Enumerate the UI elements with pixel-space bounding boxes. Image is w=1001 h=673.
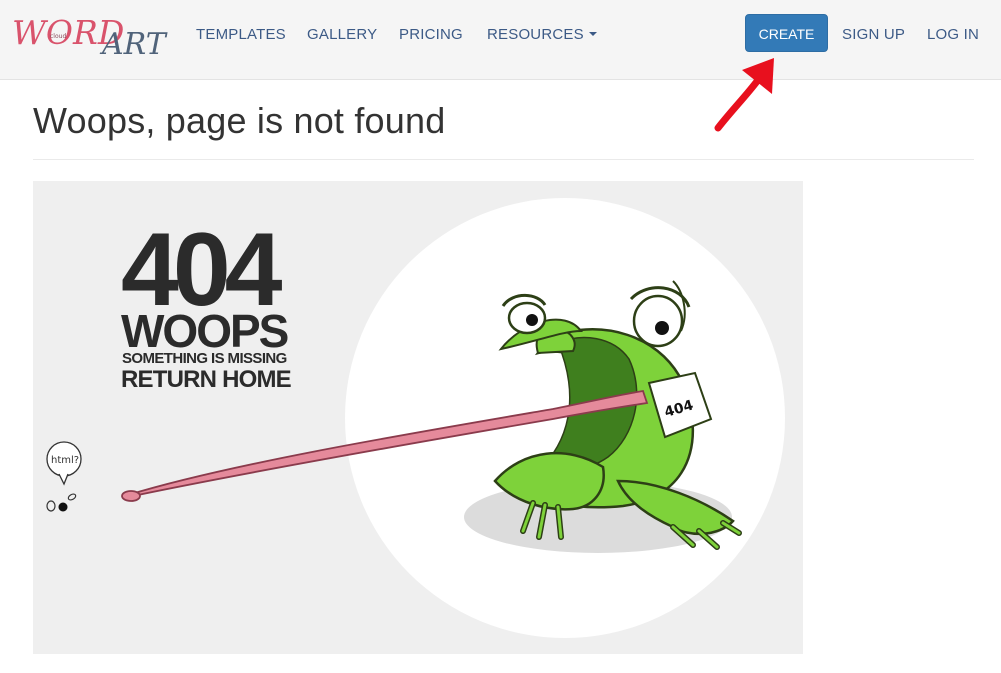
404-illustration: 404 WOOPS SOMETHING IS MISSING RETURN HO… (33, 181, 803, 654)
nav-log-in[interactable]: LOG IN (927, 26, 979, 43)
red-arrow-annotation-icon (714, 58, 774, 132)
nav-resources-dropdown[interactable]: RESOURCES (487, 26, 597, 43)
nav-sign-up[interactable]: SIGN UP (842, 26, 905, 43)
top-navbar: WORD cloud ART TEMPLATES GALLERY PRICING… (0, 0, 1001, 80)
wordart-logo[interactable]: WORD cloud ART (10, 8, 175, 64)
spotlight-circle (345, 198, 785, 638)
page-title: Woops, page is not found (33, 100, 446, 141)
bubble-text: html? (51, 455, 79, 466)
frog-tongue-tip (121, 490, 141, 502)
return-home-link[interactable]: RETURN HOME (121, 366, 292, 393)
create-button[interactable]: CREATE (745, 14, 828, 52)
nav-templates[interactable]: TEMPLATES (196, 26, 286, 43)
nav-pricing[interactable]: PRICING (399, 26, 463, 43)
title-divider (33, 159, 974, 160)
nav-resources-label: RESOURCES (487, 26, 584, 43)
something-missing-text: SOMETHING IS MISSING (122, 350, 287, 367)
caret-down-icon (588, 32, 597, 37)
nav-gallery[interactable]: GALLERY (307, 26, 377, 43)
logo-art-text: ART (99, 27, 168, 62)
logo-small-text: cloud (50, 33, 66, 40)
